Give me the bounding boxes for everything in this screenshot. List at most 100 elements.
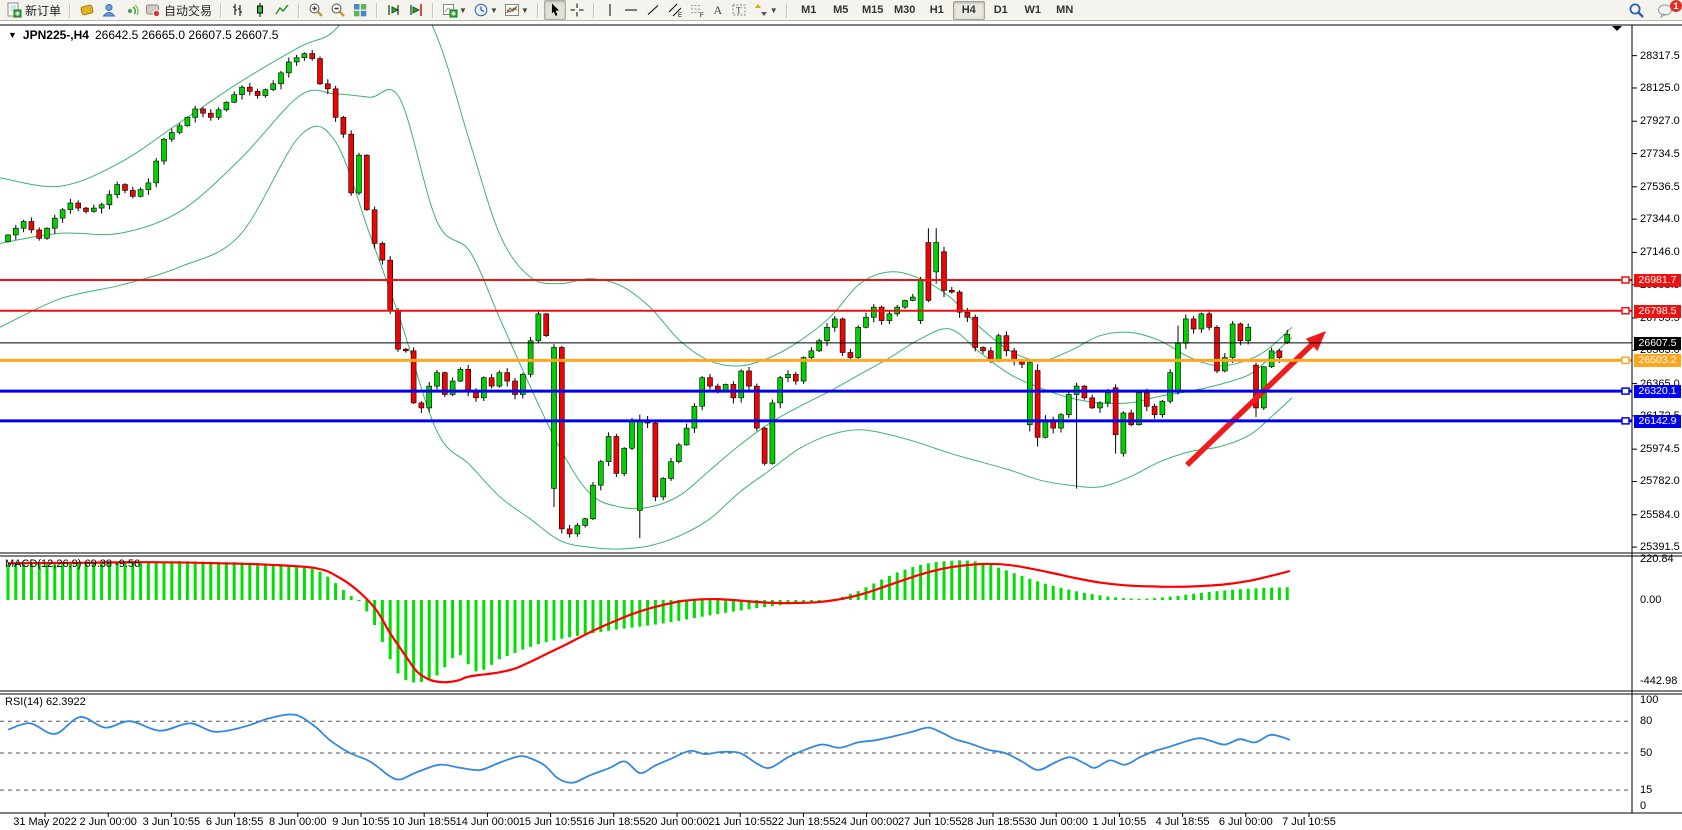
profile-button[interactable] xyxy=(98,0,120,20)
macd-pane[interactable] xyxy=(7,560,1291,682)
rsi-scale-label: 50 xyxy=(1640,747,1652,759)
channel-icon: E xyxy=(667,2,683,18)
macd-scale-label: 0.00 xyxy=(1640,594,1661,606)
main-pane[interactable] xyxy=(0,21,1326,549)
symbol-period: JPN225-,H4 xyxy=(23,28,89,42)
hline-button[interactable] xyxy=(620,0,642,20)
rsi-indicator-label: RSI(14) 62.3922 xyxy=(5,696,86,708)
label-icon: T xyxy=(731,2,747,18)
quotes-button[interactable] xyxy=(76,0,98,20)
timeframe-button-mn[interactable]: MN xyxy=(1049,1,1081,20)
zoom-in-button[interactable] xyxy=(305,0,327,20)
indicators-button[interactable]: ▼ xyxy=(439,0,470,20)
signals-icon xyxy=(123,2,139,18)
autotrading-button[interactable]: 自动交易 xyxy=(142,0,215,20)
price-line-badge: 26981.7 xyxy=(1634,274,1681,287)
timeframe-button-w1[interactable]: W1 xyxy=(1017,1,1049,20)
time-axis-label: 8 Jun 00:00 xyxy=(269,816,327,828)
time-axis-label: 31 May 2022 xyxy=(13,816,77,828)
rsi-scale-label: 80 xyxy=(1640,715,1652,727)
ohlc-values: 26642.5 26665.0 26607.5 26607.5 xyxy=(95,28,279,42)
time-axis-label: 28 Jun 18:55 xyxy=(961,816,1025,828)
auto-scroll-button[interactable] xyxy=(383,0,405,20)
fibonacci-icon: F xyxy=(689,2,705,18)
search-button[interactable] xyxy=(1625,0,1648,20)
price-tick-label: 25974.5 xyxy=(1640,443,1680,455)
timeframe-button-d1[interactable]: D1 xyxy=(985,1,1017,20)
templates-button[interactable]: ▼ xyxy=(501,0,532,20)
timeframe-button-m1[interactable]: M1 xyxy=(793,1,825,20)
scroll-position-marker[interactable] xyxy=(1612,26,1622,31)
time-axis-label: 30 Jun 00:00 xyxy=(1024,816,1088,828)
timeframe-button-h1[interactable]: H1 xyxy=(921,1,953,20)
bar-chart-button[interactable] xyxy=(227,0,249,20)
toolbar: 新订单 自动交易 ▼ ▼ ▼ xyxy=(0,0,1682,21)
time-axis-label: 27 Jun 10:55 xyxy=(898,816,962,828)
fibonacci-button[interactable]: F xyxy=(686,0,708,20)
time-axis-label: 15 Jun 10:55 xyxy=(519,816,583,828)
text-icon: A xyxy=(711,2,725,18)
timeframe-button-m30[interactable]: M30 xyxy=(889,1,921,20)
trendline-button[interactable] xyxy=(642,0,664,20)
price-line-badge: 26320.1 xyxy=(1634,385,1681,398)
chevron-down-icon: ▼ xyxy=(459,6,467,15)
timeframe-button-h4[interactable]: H4 xyxy=(953,1,985,20)
rsi-pane[interactable] xyxy=(0,714,1632,790)
cursor-button[interactable] xyxy=(544,0,566,20)
hline-icon xyxy=(623,2,639,18)
price-tick-label: 27734.5 xyxy=(1640,148,1680,160)
crosshair-button[interactable] xyxy=(566,0,588,20)
periods-button[interactable]: ▼ xyxy=(470,0,501,20)
price-tick-label: 27536.5 xyxy=(1640,181,1680,193)
cursor-icon xyxy=(547,2,563,18)
arrows-button[interactable]: ▼ xyxy=(750,0,781,20)
price-tick-label: 28317.5 xyxy=(1640,50,1680,62)
timeframe-button-m15[interactable]: M15 xyxy=(857,1,889,20)
candlesticks xyxy=(6,50,1290,538)
time-axis-label: 14 Jun 00:00 xyxy=(456,816,520,828)
channel-button[interactable]: E xyxy=(664,0,686,20)
vline-button[interactable] xyxy=(600,0,620,20)
collapse-arrow-icon: ▼ xyxy=(8,30,17,40)
time-axis-label: 4 Jul 18:55 xyxy=(1156,816,1210,828)
rsi-scale-label: 0 xyxy=(1640,800,1646,812)
chart-window[interactable]: ▼ JPN225-,H4 26642.5 26665.0 26607.5 26607… xyxy=(0,21,1682,830)
templates-icon xyxy=(504,2,520,18)
time-axis-label: 6 Jun 18:55 xyxy=(206,816,264,828)
chart-shift-button[interactable] xyxy=(405,0,427,20)
new-order-button[interactable]: 新订单 xyxy=(3,0,64,20)
candlestick-chart-button[interactable] xyxy=(249,0,271,20)
timeframe-button-m5[interactable]: M5 xyxy=(825,1,857,20)
line-chart-icon xyxy=(274,2,290,18)
quotes-icon xyxy=(79,2,95,18)
rsi-scale-label: 100 xyxy=(1640,694,1658,706)
time-axis-label: 16 Jun 18:55 xyxy=(582,816,646,828)
time-axis-label: 20 Jun 00:00 xyxy=(645,816,709,828)
timeframe-group: M1M5M15M30H1H4D1W1MN xyxy=(790,0,1084,20)
chart-canvas[interactable] xyxy=(0,21,1682,830)
line-chart-button[interactable] xyxy=(271,0,293,20)
time-axis-label: 3 Jun 10:55 xyxy=(143,816,201,828)
label-button[interactable]: T xyxy=(728,0,750,20)
signals-button[interactable] xyxy=(120,0,142,20)
svg-text:E: E xyxy=(678,13,682,18)
price-line-badge: 26798.5 xyxy=(1634,305,1681,318)
bollinger-middle-band xyxy=(0,89,1292,508)
macd-scale-label: -442.98 xyxy=(1640,675,1677,687)
chat-button[interactable]: 1 xyxy=(1654,0,1678,20)
chart-title: ▼ JPN225-,H4 26642.5 26665.0 26607.5 26607… xyxy=(8,28,278,42)
time-axis-label: 2 Jun 00:00 xyxy=(79,816,137,828)
notification-badge: 1 xyxy=(1670,0,1682,12)
tile-windows-button[interactable] xyxy=(349,0,371,20)
price-line-badge: 26503.2 xyxy=(1634,354,1681,367)
chart-shift-icon xyxy=(408,2,424,18)
chevron-down-icon: ▼ xyxy=(490,6,498,15)
rsi-line xyxy=(8,714,1290,782)
time-axis-label: 9 Jun 10:55 xyxy=(332,816,390,828)
time-axis-label: 6 Jul 00:00 xyxy=(1219,816,1273,828)
zoom-out-button[interactable] xyxy=(327,0,349,20)
search-icon xyxy=(1628,2,1645,19)
text-button[interactable]: A xyxy=(708,0,728,20)
new-order-label: 新订单 xyxy=(25,2,61,19)
price-line-badge: 26607.5 xyxy=(1634,337,1681,350)
